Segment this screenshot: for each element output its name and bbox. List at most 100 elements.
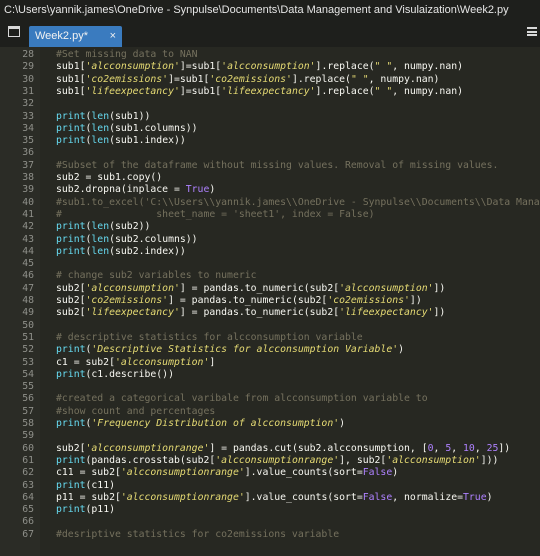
code-line[interactable]: 47 sub2['alcconsumption'] = pandas.to_num…	[0, 283, 540, 295]
code-line[interactable]: 28 #Set missing data to NAN	[0, 49, 540, 61]
code-line[interactable]: 49 sub2['lifeexpectancy'] = pandas.to_num…	[0, 307, 540, 319]
hamburger-menu-icon[interactable]	[527, 27, 537, 36]
code-token: (c11)	[85, 479, 116, 491]
line-number: 53	[22, 356, 34, 368]
code-token: True	[463, 491, 487, 503]
code-line[interactable]: 51 # descriptive statistics for alcconsum…	[0, 332, 540, 344]
code-token: # sheet_name = 'sheet1', index = False)	[56, 208, 375, 220]
code-token: 'co2emissions'	[85, 295, 169, 306]
code-token: " "	[374, 61, 393, 73]
code-token: len	[91, 221, 110, 233]
code-token: 'alcconsumption'	[114, 356, 210, 368]
code-line[interactable]: 53 c1 = sub2['alcconsumption']	[0, 357, 540, 369]
code-token: ] = pandas.cut(sub2.alcconsumption, [	[209, 442, 428, 454]
code-token: 'co2emissions'	[85, 73, 169, 85]
code-token: 'alcconsumption'	[85, 282, 180, 294]
code-text: #Set missing data to NAN	[56, 49, 198, 61]
code-token: 'alcconsumptionrange'	[215, 454, 340, 466]
code-line[interactable]: 31 sub1['lifeexpectancy']=sub1['lifeexpec…	[0, 86, 540, 98]
line-number: 37	[22, 159, 34, 171]
code-token: 'lifeexpectancy'	[85, 307, 180, 319]
code-token: (sub1.index))	[109, 135, 186, 147]
line-number: 60	[22, 442, 34, 454]
code-line[interactable]: 32	[0, 98, 540, 110]
code-line[interactable]: 58 print('Frequency Distribution of alcco…	[0, 418, 540, 430]
code-token: len	[91, 122, 110, 134]
code-line[interactable]: 59	[0, 430, 540, 442]
code-token: 25	[486, 442, 499, 454]
code-line[interactable]: 35 print(len(sub1.index))	[0, 135, 540, 147]
code-text: #sub1.to_excel('C:\\Users\\yannik.james\…	[56, 197, 540, 209]
code-token: 'Frequency Distribution of alcconsumptio…	[91, 418, 340, 429]
close-icon[interactable]: ×	[110, 26, 116, 47]
code-line[interactable]: 52 print('Descriptive Statistics for alcc…	[0, 344, 540, 356]
code-text: #show count and percentages	[56, 406, 215, 418]
code-line[interactable]: 60 sub2['alcconsumptionrange'] = pandas.c…	[0, 443, 540, 455]
code-token: 'co2emissions'	[209, 73, 292, 85]
code-line[interactable]: 55	[0, 381, 540, 393]
code-line[interactable]: 30 sub1['co2emissions']=sub1['co2emission…	[0, 74, 540, 86]
line-number: 64	[22, 491, 34, 503]
code-token: , numpy.nan)	[392, 85, 464, 97]
code-token: ]=sub1[	[179, 61, 222, 73]
code-line[interactable]: 57 #show count and percentages	[0, 406, 540, 418]
code-token: (p11)	[85, 504, 116, 516]
code-line[interactable]: 39 sub2.dropna(inplace = True)	[0, 184, 540, 196]
code-line[interactable]: 40 #sub1.to_excel('C:\\Users\\yannik.jame…	[0, 197, 540, 209]
tab-week2[interactable]: Week2.py* ×	[29, 26, 122, 47]
code-text: print(c1.describe())	[56, 369, 174, 381]
line-number: 31	[22, 85, 34, 97]
code-line[interactable]: 38 sub2 = sub1.copy()	[0, 172, 540, 184]
code-line[interactable]: 41 # sheet_name = 'sheet1', index = False…	[0, 209, 540, 221]
code-token: (sub2))	[109, 221, 151, 233]
code-line[interactable]: 44 print(len(sub2.index))	[0, 246, 540, 258]
code-text: print(pandas.crosstab(sub2['alcconsumpti…	[56, 455, 498, 467]
code-token: sub2 = sub1.copy()	[56, 172, 163, 183]
code-token: ,	[433, 442, 446, 454]
line-number: 36	[22, 147, 34, 159]
code-token: #desriptive statistics for co2emissions …	[56, 528, 340, 540]
code-line[interactable]: 61 print(pandas.crosstab(sub2['alcconsump…	[0, 455, 540, 467]
code-text: sub2['alcconsumption'] = pandas.to_numer…	[56, 283, 445, 295]
code-token: ].value_counts(sort=	[244, 467, 363, 479]
code-line[interactable]: 34 print(len(sub1.columns))	[0, 123, 540, 135]
code-text: # descriptive statistics for alcconsumpt…	[56, 332, 363, 344]
code-line[interactable]: 63 print(c11)	[0, 480, 540, 492]
code-text: print('Descriptive Statistics for alccon…	[56, 344, 404, 356]
code-token: (sub1.columns))	[109, 122, 198, 134]
line-number: 65	[22, 504, 34, 516]
code-line[interactable]: 45	[0, 258, 540, 270]
line-number: 56	[22, 393, 34, 405]
code-line[interactable]: 65 print(p11)	[0, 504, 540, 516]
code-line[interactable]: 56 #created a categorical varibale from a…	[0, 393, 540, 405]
code-line[interactable]: 54 print(c1.describe())	[0, 369, 540, 381]
code-line[interactable]: 46 # change sub2 variables to numeric	[0, 270, 540, 282]
code-token: ], sub2[	[339, 454, 387, 466]
code-text: print(p11)	[56, 504, 115, 516]
line-number: 42	[22, 221, 34, 233]
line-number: 39	[22, 184, 34, 196]
code-text: print('Frequency Distribution of alccons…	[56, 418, 345, 430]
code-token: 'alcconsumptionrange'	[85, 442, 210, 454]
code-token: c1 = sub2[	[56, 356, 115, 368]
code-line[interactable]: 48 sub2['co2emissions'] = pandas.to_numer…	[0, 295, 540, 307]
code-line[interactable]: 43 print(len(sub2.columns))	[0, 234, 540, 246]
code-line[interactable]: 42 print(len(sub2))	[0, 221, 540, 233]
line-number: 59	[22, 430, 34, 442]
code-line[interactable]: 67 #desriptive statistics for co2emission…	[0, 529, 540, 541]
code-line[interactable]: 50	[0, 320, 540, 332]
line-number: 38	[22, 172, 34, 183]
line-number: 45	[22, 258, 34, 270]
line-number: 47	[22, 282, 34, 294]
code-line[interactable]: 64 p11 = sub2['alcconsumptionrange'].valu…	[0, 492, 540, 504]
code-line[interactable]: 37 #Subset of the dataframe without missi…	[0, 160, 540, 172]
tab-list-icon[interactable]	[8, 26, 20, 37]
code-token: print	[56, 122, 86, 134]
code-editor[interactable]: 28 #Set missing data to NAN 29 sub1['alccon…	[0, 47, 540, 556]
code-line[interactable]: 62 c11 = sub2['alcconsumptionrange'].valu…	[0, 467, 540, 479]
line-number: 41	[22, 208, 34, 220]
code-line[interactable]: 66	[0, 516, 540, 528]
code-line[interactable]: 29 sub1['alcconsumption']=sub1['alcconsum…	[0, 61, 540, 73]
code-line[interactable]: 36	[0, 147, 540, 159]
code-line[interactable]: 33 print(len(sub1))	[0, 111, 540, 123]
